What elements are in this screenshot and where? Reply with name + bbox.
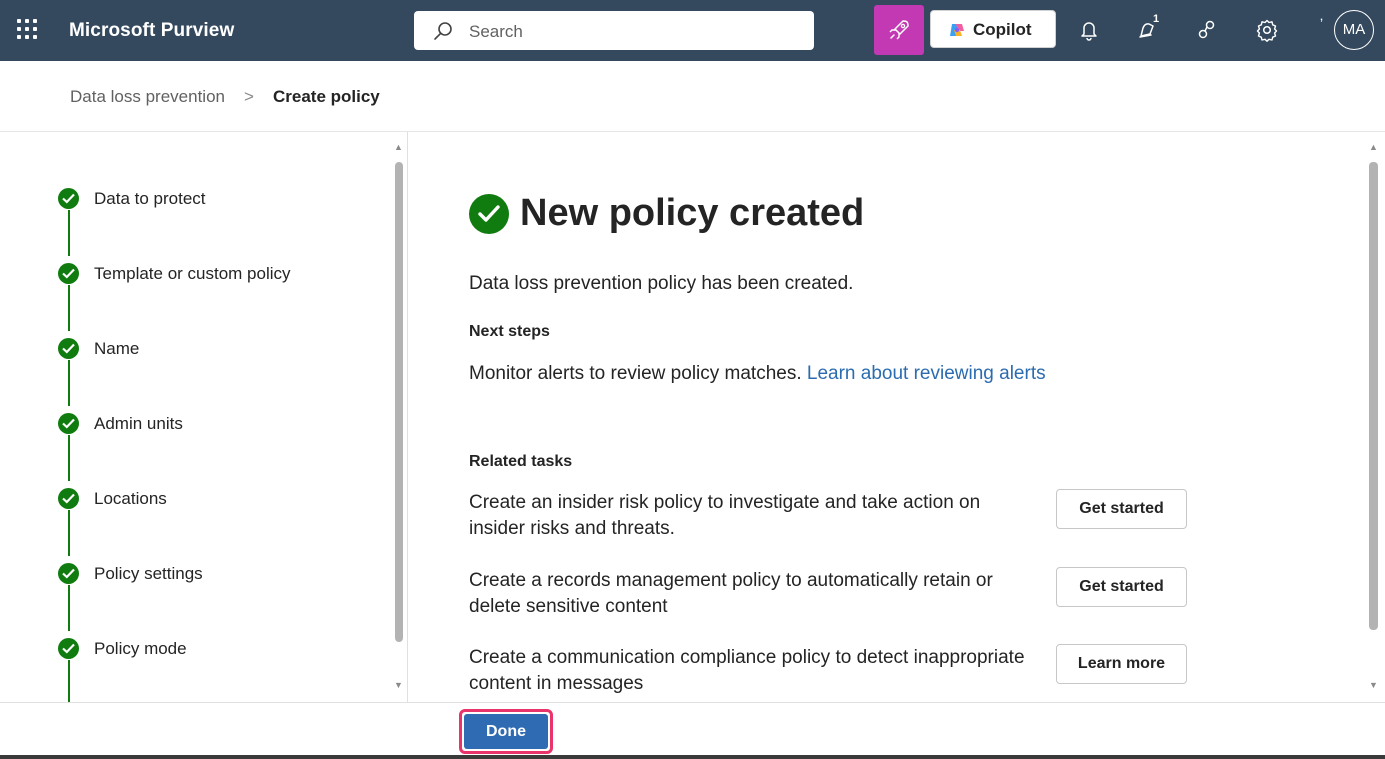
- scroll-up-arrow-icon[interactable]: ▲: [1369, 142, 1378, 152]
- insider-risk-get-started-button[interactable]: Get started: [1056, 489, 1187, 529]
- step-label: Policy mode: [94, 639, 187, 658]
- check-circle-icon: [58, 263, 79, 284]
- check-circle-icon: [58, 638, 79, 659]
- top-bar: Microsoft Purview Search Copilot 1 ʼ MA: [0, 0, 1385, 61]
- breadcrumb: Data loss prevention > Create policy: [0, 61, 1385, 132]
- app-title[interactable]: Microsoft Purview: [69, 20, 234, 42]
- step-label: Data to protect: [94, 189, 206, 208]
- task-insider-risk-text: Create an insider risk policy to investi…: [469, 492, 981, 539]
- breadcrumb-parent-link[interactable]: Data loss prevention: [70, 87, 225, 107]
- rocket-icon: [889, 20, 909, 40]
- check-circle-icon: [58, 563, 79, 584]
- related-tasks-heading: Related tasks: [469, 453, 573, 470]
- copilot-button[interactable]: Copilot: [930, 10, 1056, 48]
- monitor-alerts-text: Monitor alerts to review policy matches.…: [469, 363, 1046, 385]
- settings-gear-icon[interactable]: [1254, 17, 1280, 43]
- check-circle-icon: [58, 338, 79, 359]
- step-connector: [68, 660, 70, 702]
- search-icon: [434, 22, 452, 40]
- step-label: Admin units: [94, 414, 183, 433]
- check-circle-icon: [58, 188, 79, 209]
- wizard-steps-panel: Data to protect Template or custom polic…: [0, 132, 408, 702]
- chevron-right-icon: >: [244, 87, 254, 106]
- connections-icon[interactable]: [1194, 17, 1220, 43]
- step-connector: [68, 585, 70, 631]
- scroll-down-arrow-icon[interactable]: ▼: [394, 680, 403, 690]
- check-circle-icon: [58, 488, 79, 509]
- done-button[interactable]: Done: [464, 714, 548, 749]
- next-steps-heading: Next steps: [469, 323, 550, 340]
- step-connector: [68, 360, 70, 406]
- bell-icon[interactable]: [1076, 17, 1102, 43]
- main-scrollbar-thumb[interactable]: [1369, 162, 1378, 630]
- notification-badge: 1: [1153, 13, 1160, 25]
- task-communication-compliance-text: Create a communication compliance policy…: [469, 647, 1025, 694]
- learn-about-reviewing-alerts-link[interactable]: Learn about reviewing alerts: [807, 363, 1046, 384]
- step-connector: [68, 210, 70, 256]
- search-placeholder: Search: [469, 22, 523, 41]
- communication-compliance-learn-more-button[interactable]: Learn more: [1056, 644, 1187, 684]
- step-connector: [68, 435, 70, 481]
- step-label: Name: [94, 339, 140, 358]
- step-label: Locations: [94, 489, 167, 508]
- copilot-label: Copilot: [973, 20, 1032, 39]
- success-check-icon: [469, 194, 509, 234]
- monitor-text: Monitor alerts to review policy matches.: [469, 363, 802, 384]
- scroll-down-arrow-icon[interactable]: ▼: [1369, 680, 1378, 690]
- avatar[interactable]: MA: [1334, 10, 1374, 50]
- success-description: Data loss prevention policy has been cre…: [469, 273, 854, 294]
- page-title: New policy created: [520, 192, 865, 234]
- more-indicator-icon: ʼ: [1320, 16, 1324, 32]
- app-launcher-icon[interactable]: [17, 19, 39, 41]
- check-circle-icon: [58, 413, 79, 434]
- step-label: Policy settings: [94, 564, 203, 583]
- rocket-button[interactable]: [874, 5, 924, 55]
- step-label: Template or custom policy: [94, 264, 291, 283]
- records-management-get-started-button[interactable]: Get started: [1056, 567, 1187, 607]
- window-bottom-edge: [0, 755, 1385, 759]
- step-connector: [68, 510, 70, 556]
- copilot-icon: [950, 24, 964, 36]
- footer-bar: Done: [0, 702, 1385, 759]
- breadcrumb-current: Create policy: [273, 87, 380, 106]
- scroll-up-arrow-icon[interactable]: ▲: [394, 142, 403, 152]
- task-records-management-text: Create a records management policy to au…: [469, 570, 993, 617]
- search-box[interactable]: Search: [414, 11, 814, 50]
- main-content: New policy created Data loss prevention …: [409, 132, 1385, 702]
- done-button-highlight: Done: [459, 709, 553, 754]
- left-scrollbar-thumb[interactable]: [395, 162, 403, 642]
- step-connector: [68, 285, 70, 331]
